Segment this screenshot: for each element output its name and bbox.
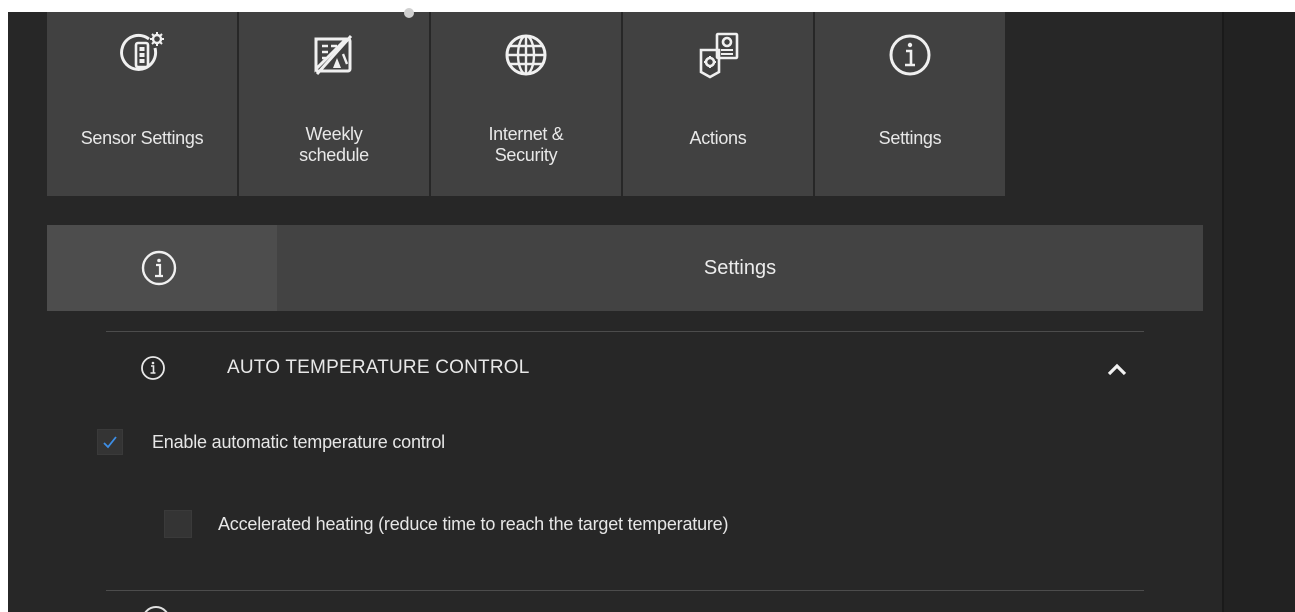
side-panel-edge [1222,12,1295,612]
tile-label: Weekly schedule [299,124,369,165]
settings-header-icon-box [47,225,277,311]
info-icon [141,356,165,380]
divider [106,331,1144,332]
tile-label: Settings [878,128,942,148]
info-icon [141,250,177,286]
tile-settings[interactable]: Settings [815,12,1005,196]
weekly-schedule-icon [309,30,359,80]
option-label: Accelerated heating (reduce time to reac… [218,513,729,534]
option-label: Enable automatic temperature control [152,431,445,452]
main-nav-tiles: Sensor Settings Weekly schedule Internet… [47,12,1005,196]
divider [106,590,1144,591]
tile-label: Internet & Security [488,124,564,165]
globe-icon [501,30,551,80]
page-title: Settings [703,257,777,279]
checkmark-icon [103,436,117,449]
info-icon [142,606,170,612]
option-enable-auto-temp: Enable automatic temperature control [97,429,445,455]
scroll-indicator [404,8,414,18]
tile-label: Actions [689,128,747,148]
option-accelerated-heating: Accelerated heating (reduce time to reac… [164,510,728,538]
tile-internet-security[interactable]: Internet & Security [431,12,621,196]
accelerated-heating-checkbox[interactable] [164,510,192,538]
tile-label: Sensor Settings [80,128,204,148]
section-title: AUTO TEMPERATURE CONTROL [227,357,530,378]
settings-header: Settings [47,225,1203,311]
tile-sensor-settings[interactable]: Sensor Settings [47,12,237,196]
chevron-up-icon[interactable] [1102,359,1132,379]
tile-weekly-schedule[interactable]: Weekly schedule [239,12,429,196]
sensor-settings-icon [117,30,167,80]
enable-auto-temp-checkbox[interactable] [97,429,123,455]
tile-actions[interactable]: Actions [623,12,813,196]
actions-icon [693,30,743,80]
app-window: Sensor Settings Weekly schedule Internet… [8,12,1222,612]
info-icon [885,30,935,80]
